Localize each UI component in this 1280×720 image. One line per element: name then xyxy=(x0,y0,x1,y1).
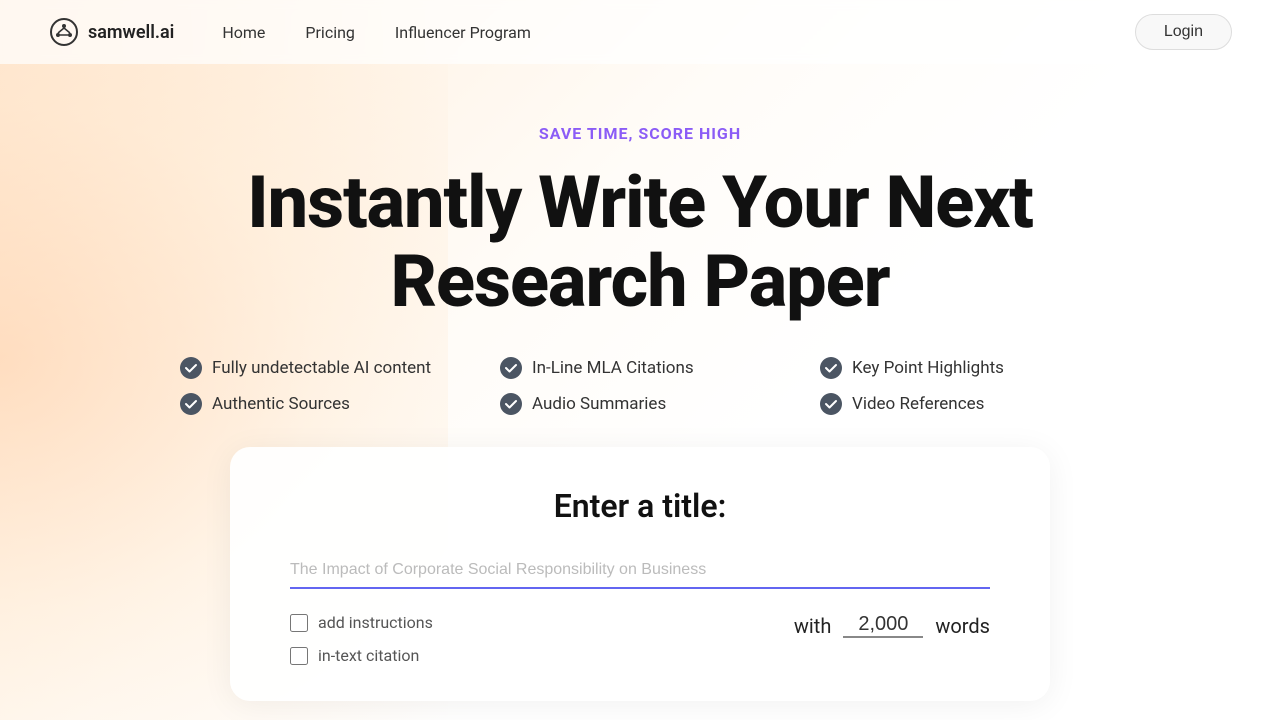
nav-left: samwell.ai Home Pricing Influencer Progr… xyxy=(48,16,531,48)
checkbox-instructions[interactable]: add instructions xyxy=(290,613,433,632)
feature-citations: In-Line MLA Citations xyxy=(500,357,780,379)
words-input[interactable] xyxy=(843,613,923,638)
logo[interactable]: samwell.ai xyxy=(48,16,174,48)
feature-audio: Audio Summaries xyxy=(500,393,780,415)
hero-title: Instantly Write Your Next Research Paper xyxy=(247,163,1033,321)
words-section: with words xyxy=(794,613,990,638)
check-icon-sources xyxy=(180,393,202,415)
feature-label: In-Line MLA Citations xyxy=(532,358,694,378)
feature-label: Video References xyxy=(852,394,984,414)
feature-label: Key Point Highlights xyxy=(852,358,1004,378)
logo-icon xyxy=(48,16,80,48)
words-suffix-label: words xyxy=(935,614,990,638)
nav-home[interactable]: Home xyxy=(222,23,265,42)
check-icon-undetectable xyxy=(180,357,202,379)
hero-title-line1: Instantly Write Your Next xyxy=(247,160,1033,245)
nav-pricing-link[interactable]: Pricing xyxy=(305,23,355,42)
checkbox-citation[interactable]: in-text citation xyxy=(290,646,433,665)
check-icon-video xyxy=(820,393,842,415)
citation-checkbox[interactable] xyxy=(290,647,308,665)
features-grid: Fully undetectable AI content In-Line ML… xyxy=(180,357,1100,415)
check-icon-highlights xyxy=(820,357,842,379)
feature-undetectable: Fully undetectable AI content xyxy=(180,357,460,379)
card-options: add instructions in-text citation with w… xyxy=(290,613,990,665)
card-title: Enter a title: xyxy=(290,487,990,525)
nav-home-link[interactable]: Home xyxy=(222,23,265,42)
citation-label: in-text citation xyxy=(318,646,419,665)
feature-video: Video References xyxy=(820,393,1100,415)
title-input[interactable] xyxy=(290,553,990,589)
navbar: samwell.ai Home Pricing Influencer Progr… xyxy=(0,0,1280,64)
nav-pricing[interactable]: Pricing xyxy=(305,23,355,42)
nav-links: Home Pricing Influencer Program xyxy=(222,23,531,42)
checkbox-group: add instructions in-text citation xyxy=(290,613,433,665)
check-icon-citations xyxy=(500,357,522,379)
feature-label: Audio Summaries xyxy=(532,394,666,414)
instructions-label: add instructions xyxy=(318,613,433,632)
hero-title-line2: Research Paper xyxy=(390,239,889,324)
title-card: Enter a title: add instructions in-text … xyxy=(230,447,1050,701)
feature-sources: Authentic Sources xyxy=(180,393,460,415)
logo-text: samwell.ai xyxy=(88,22,174,43)
feature-label: Fully undetectable AI content xyxy=(212,358,431,378)
words-with-label: with xyxy=(794,614,831,638)
feature-label: Authentic Sources xyxy=(212,394,350,414)
login-button[interactable]: Login xyxy=(1135,14,1232,50)
main-content: SAVE TIME, SCORE HIGH Instantly Write Yo… xyxy=(0,64,1280,701)
nav-influencer-link[interactable]: Influencer Program xyxy=(395,23,531,42)
nav-influencer[interactable]: Influencer Program xyxy=(395,23,531,42)
feature-highlights: Key Point Highlights xyxy=(820,357,1100,379)
tagline: SAVE TIME, SCORE HIGH xyxy=(539,124,741,143)
check-icon-audio xyxy=(500,393,522,415)
instructions-checkbox[interactable] xyxy=(290,614,308,632)
